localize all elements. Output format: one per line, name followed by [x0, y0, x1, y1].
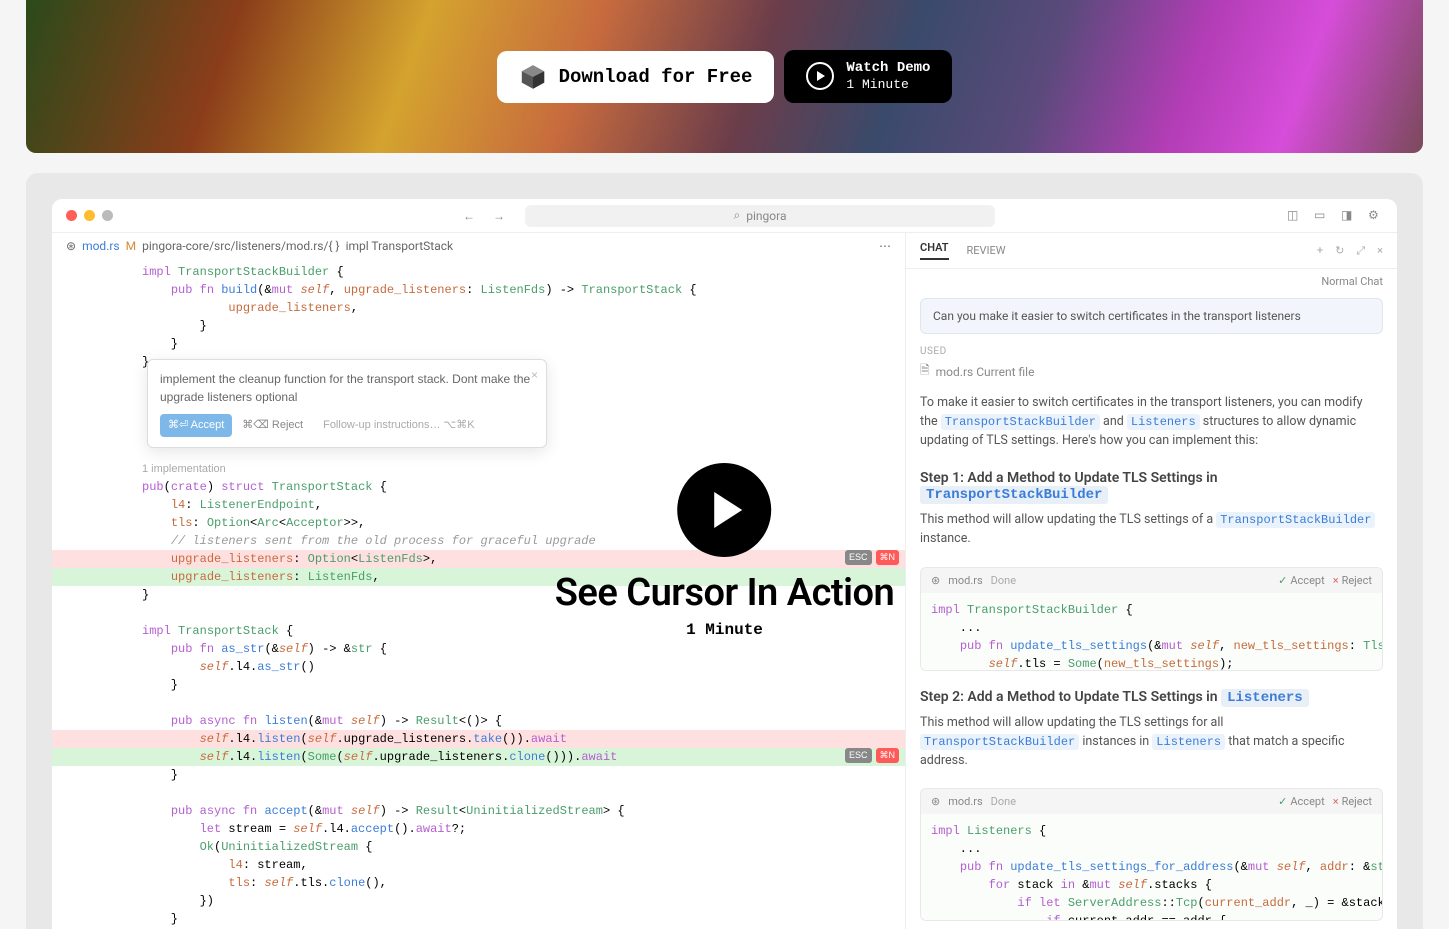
accept-button[interactable]: ✓Accept	[1278, 574, 1325, 587]
code-body: impl TransportStackBuilder { ... pub fn …	[921, 593, 1382, 671]
breadcrumb-file[interactable]: mod.rs	[82, 239, 120, 253]
tab-review[interactable]: REVIEW	[967, 244, 1006, 257]
nav-back-icon[interactable]: ←	[463, 209, 475, 223]
chat-pane: CHAT REVIEW + ↻ ⤢ × Normal Chat Can you …	[905, 233, 1397, 929]
gear-icon[interactable]: ⚙	[1368, 208, 1383, 223]
play-icon[interactable]	[677, 463, 771, 557]
breadcrumb-impl: impl TransportStack	[346, 239, 454, 253]
chat-step-2-desc: This method will allow updating the TLS …	[906, 710, 1397, 780]
more-icon[interactable]: ⋯	[879, 239, 891, 253]
close-icon[interactable]: ×	[1377, 244, 1383, 258]
block-status: Done	[991, 574, 1016, 587]
accept-button[interactable]: ⌘⏎ Accept	[160, 414, 232, 437]
chat-tabs: CHAT REVIEW + ↻ ⤢ ×	[906, 233, 1397, 269]
close-icon[interactable]: ×	[531, 366, 538, 384]
chat-mode[interactable]: Normal Chat	[906, 269, 1397, 294]
panel-left-icon[interactable]: ◫	[1287, 208, 1302, 223]
minimize-icon[interactable]	[84, 210, 95, 221]
follow-up-hint: Follow-up instructions… ⌥⌘K	[323, 417, 474, 434]
overlay-title: See Cursor In Action	[555, 571, 895, 615]
demo-title: Watch Demo	[846, 60, 930, 77]
file-icon: 🗎	[920, 361, 930, 382]
reject-button[interactable]: ×Reject	[1333, 795, 1372, 808]
titlebar: ← → ⌕ pingora ◫ ▭ ◨ ⚙	[52, 199, 1397, 233]
block-status: Done	[991, 795, 1016, 808]
accept-button[interactable]: ✓Accept	[1278, 795, 1325, 808]
watch-demo-button[interactable]: Watch Demo 1 Minute	[784, 50, 952, 102]
block-file: mod.rs	[948, 795, 982, 808]
chat-input[interactable]: Can you make it easier to switch certifi…	[920, 298, 1383, 334]
cube-icon	[519, 63, 547, 91]
breadcrumb-path: pingora-core/src/listeners/mod.rs/{ }	[142, 239, 339, 253]
play-icon	[806, 62, 834, 90]
expand-icon[interactable]: ⤢	[1356, 244, 1365, 258]
used-label: USED	[906, 338, 1397, 359]
code-body: impl Listeners { ... pub fn update_tls_s…	[921, 814, 1382, 921]
panel-bottom-icon[interactable]: ▭	[1314, 208, 1329, 223]
breadcrumb: ⊛ mod.rs M pingora-core/src/listeners/mo…	[52, 233, 905, 259]
search-text: pingora	[746, 209, 786, 223]
hero-banner: Download for Free Watch Demo 1 Minute	[26, 0, 1423, 153]
download-button[interactable]: Download for Free	[497, 51, 775, 103]
chat-step-1: Step 1: Add a Method to Update TLS Setti…	[906, 460, 1397, 507]
panel-right-icon[interactable]: ◨	[1341, 208, 1356, 223]
search-icon: ⌕	[734, 208, 741, 223]
chat-step-1-desc: This method will allow updating the TLS …	[906, 507, 1397, 559]
app-screenshot: ← → ⌕ pingora ◫ ▭ ◨ ⚙ ⊛ mod.rs M pi	[26, 173, 1423, 929]
search-input[interactable]: ⌕ pingora	[525, 205, 995, 227]
chat-message: To make it easier to switch certificates…	[906, 390, 1397, 460]
used-file[interactable]: 🗎 mod.rs Current file	[906, 359, 1397, 390]
breadcrumb-modified: M	[126, 239, 136, 253]
rust-icon: ⊛	[931, 574, 940, 587]
reject-button[interactable]: ⌘⌫ Reject	[242, 417, 303, 434]
play-overlay[interactable]: See Cursor In Action 1 Minute	[555, 463, 895, 639]
chat-code-block-2: ⊛ mod.rs Done ✓Accept ×Reject impl Liste…	[920, 788, 1383, 921]
tab-chat[interactable]: CHAT	[920, 241, 949, 260]
maximize-icon[interactable]	[102, 210, 113, 221]
demo-subtitle: 1 Minute	[846, 77, 930, 93]
suggestion-tooltip: × implement the cleanup function for the…	[147, 359, 547, 448]
traffic-lights[interactable]	[66, 210, 113, 221]
tooltip-text: implement the cleanup function for the t…	[160, 370, 534, 406]
plus-icon[interactable]: +	[1317, 244, 1323, 258]
download-label: Download for Free	[559, 66, 753, 88]
nav-forward-icon[interactable]: →	[493, 209, 505, 223]
block-file: mod.rs	[948, 574, 982, 587]
close-icon[interactable]	[66, 210, 77, 221]
chat-step-2: Step 2: Add a Method to Update TLS Setti…	[906, 679, 1397, 710]
reject-button[interactable]: ×Reject	[1333, 574, 1372, 587]
overlay-subtitle: 1 Minute	[686, 621, 763, 639]
rust-icon: ⊛	[66, 239, 76, 253]
chat-code-block-1: ⊛ mod.rs Done ✓Accept ×Reject impl Trans…	[920, 567, 1383, 671]
rust-icon: ⊛	[931, 795, 940, 808]
history-icon[interactable]: ↻	[1335, 244, 1344, 258]
